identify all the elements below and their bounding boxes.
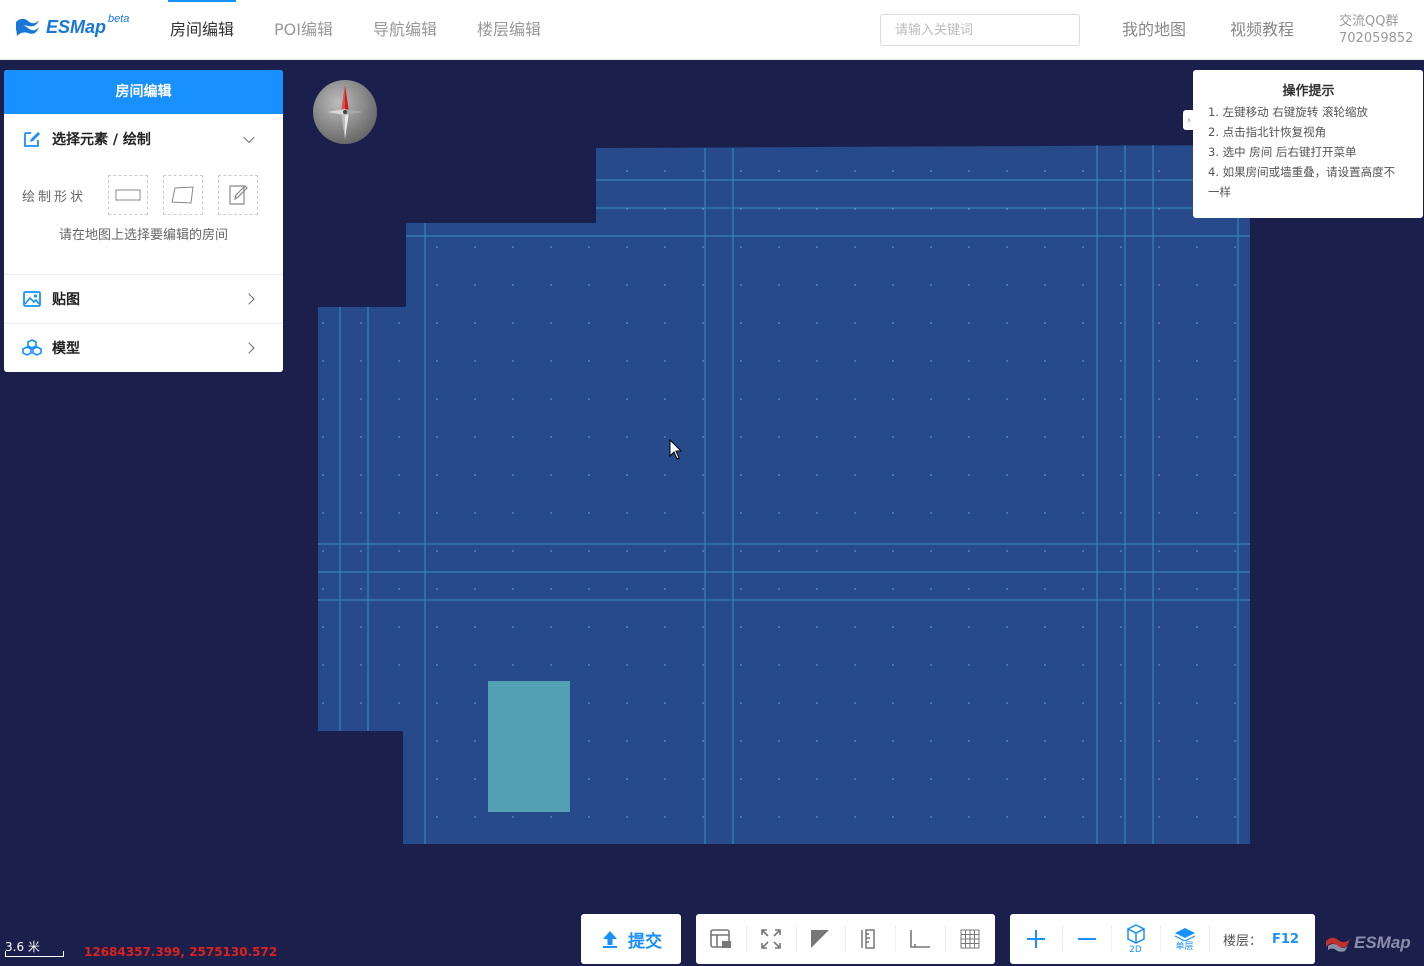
section-model[interactable]: 模型	[4, 324, 283, 372]
grid-icon	[960, 929, 980, 949]
tips-line: 2. 点击指北针恢复视角	[1208, 125, 1327, 139]
tips-line: 4. 如果房间或墙重叠，请设置高度不	[1208, 165, 1396, 179]
draw-polygon-button[interactable]	[163, 175, 203, 215]
chevron-down-icon	[243, 131, 255, 144]
chevron-right-icon: ›	[1187, 114, 1191, 126]
logo[interactable]: ESMap beta	[14, 13, 130, 38]
brand-text: ESMap	[1354, 933, 1411, 952]
qq-group-label: 交流QQ群	[1339, 14, 1399, 29]
chevron-right-icon	[243, 342, 255, 354]
grid-tool-button[interactable]	[944, 914, 995, 964]
layout-tool-button[interactable]	[696, 914, 746, 964]
draw-freeform-button[interactable]	[218, 175, 258, 215]
zoom-out-button[interactable]	[1062, 914, 1111, 964]
room-shape[interactable]	[488, 681, 570, 812]
submit-button[interactable]: 提交	[581, 914, 681, 964]
upload-icon	[603, 931, 617, 948]
view-2d-button[interactable]: 2D	[1111, 914, 1160, 964]
floor-label: 楼层：	[1223, 933, 1263, 949]
freeform-edit-icon	[229, 185, 248, 205]
image-icon	[23, 291, 41, 307]
tab-room-edit[interactable]: 房间编辑	[150, 0, 254, 60]
cubes-icon	[22, 339, 42, 356]
logo-text: ESMap	[46, 16, 107, 37]
section-texture-label: 贴图	[52, 292, 80, 308]
search-input[interactable]	[880, 14, 1080, 46]
edit-toolbar	[696, 914, 995, 964]
polygon-icon	[171, 186, 194, 204]
layers-icon	[1174, 927, 1195, 941]
view-toolbar: 2D 单层 楼层： F12	[1010, 914, 1315, 964]
scale-bar	[5, 951, 64, 957]
chevron-right-icon	[243, 293, 255, 305]
corner-tool-button[interactable]	[795, 914, 846, 964]
tips-title: 操作提示	[1282, 84, 1335, 99]
section-model-label: 模型	[52, 341, 80, 357]
angle-tool-button[interactable]	[895, 914, 945, 964]
plus-icon	[1027, 930, 1045, 948]
cube-icon	[1126, 923, 1145, 944]
operation-tips-panel: 操作提示 1. 左键移动 右键旋转 滚轮缩放 2. 点击指北针恢复视角 3. 选…	[1193, 70, 1423, 218]
section-texture[interactable]: 贴图	[4, 275, 283, 323]
angle-icon	[910, 930, 931, 948]
room-edit-panel: 房间编辑 选择元素 / 绘制 绘制形状 请在地图上选择要编辑的房间 贴图 模型	[4, 70, 283, 372]
fullscreen-tool-button[interactable]	[745, 914, 796, 964]
my-map-link[interactable]: 我的地图	[1122, 0, 1186, 60]
single-floor-label: 单层	[1175, 941, 1194, 952]
draw-shape-label: 绘制形状	[22, 189, 87, 205]
minus-icon	[1077, 938, 1096, 940]
tab-floor-edit[interactable]: 楼层编辑	[457, 0, 561, 60]
tab-navigation-edit[interactable]: 导航编辑	[353, 0, 457, 60]
top-header: ESMap beta 房间编辑 POI编辑 导航编辑 楼层编辑 我的地图 视频教…	[0, 0, 1424, 60]
corner-icon	[811, 930, 830, 948]
view-2d-label: 2D	[1129, 944, 1142, 955]
coordinates-readout: 12684357.399, 2575130.572	[84, 945, 278, 959]
esmap-watermark: ESMap	[1325, 933, 1411, 953]
logo-beta-badge: beta	[108, 13, 130, 25]
tab-poi-edit[interactable]: POI编辑	[254, 0, 353, 60]
tips-line: 1. 左键移动 右键旋转 滚轮缩放	[1208, 105, 1368, 119]
draw-rectangle-button[interactable]	[108, 175, 148, 215]
video-tutorial-link[interactable]: 视频教程	[1230, 0, 1294, 60]
section-select-draw-label: 选择元素 / 绘制	[52, 132, 151, 148]
draw-shape-row: 绘制形状	[4, 164, 283, 226]
esmap-logo-icon	[16, 18, 39, 36]
fullscreen-icon	[760, 929, 781, 949]
compass-icon[interactable]	[313, 80, 377, 144]
edit-icon	[24, 132, 40, 147]
main-nav: 房间编辑 POI编辑 导航编辑 楼层编辑	[150, 0, 561, 60]
floor-selector[interactable]: 楼层： F12	[1209, 914, 1299, 964]
floor-plan[interactable]	[318, 145, 1250, 844]
single-floor-button[interactable]: 单层	[1160, 914, 1209, 964]
esmap-logo-icon	[1326, 937, 1350, 952]
rectangle-icon	[115, 189, 141, 201]
qq-group-info: 交流QQ群 702059852	[1339, 13, 1413, 47]
layout-icon	[710, 929, 731, 948]
select-room-hint: 请在地图上选择要编辑的房间	[58, 228, 228, 243]
floor-value: F12	[1272, 931, 1299, 947]
zoom-in-button[interactable]	[1010, 914, 1062, 964]
panel-title: 房间编辑	[4, 70, 283, 114]
tips-line: 3. 选中 房间 后右键打开菜单	[1208, 145, 1357, 159]
tips-line: 一样	[1208, 185, 1231, 199]
submit-label: 提交	[628, 931, 662, 952]
qq-group-number: 702059852	[1339, 31, 1414, 46]
section-select-draw[interactable]: 选择元素 / 绘制	[4, 114, 283, 164]
compass-needle-icon	[327, 85, 363, 139]
wall-tool-button[interactable]	[845, 914, 895, 964]
ruler-icon	[861, 929, 876, 949]
